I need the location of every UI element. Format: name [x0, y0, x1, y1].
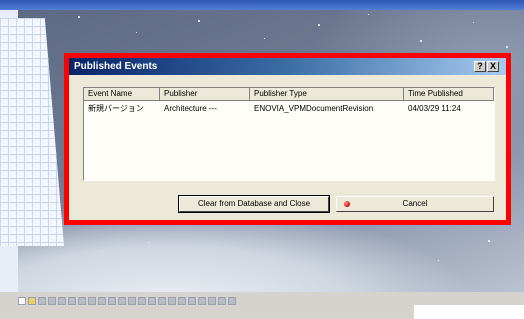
tool-icon[interactable] [178, 297, 186, 305]
star [368, 14, 369, 15]
star [148, 242, 149, 243]
tool-icon[interactable] [228, 297, 236, 305]
status-panel [414, 305, 524, 319]
tool-icon[interactable] [58, 297, 66, 305]
tool-icon[interactable] [188, 297, 196, 305]
star [473, 22, 474, 23]
tool-icon[interactable] [158, 297, 166, 305]
tool-icon[interactable] [48, 297, 56, 305]
tool-icon[interactable] [88, 297, 96, 305]
tool-icon[interactable] [128, 297, 136, 305]
star [78, 16, 80, 18]
host-toolbar [18, 295, 268, 307]
tool-icon[interactable] [108, 297, 116, 305]
new-icon[interactable] [18, 297, 26, 305]
star [136, 32, 137, 33]
open-icon[interactable] [28, 297, 36, 305]
star [420, 40, 422, 42]
tool-icon[interactable] [218, 297, 226, 305]
tool-icon[interactable] [38, 297, 46, 305]
star [438, 260, 439, 261]
tool-icon[interactable] [118, 297, 126, 305]
tool-icon[interactable] [68, 297, 76, 305]
tool-icon[interactable] [198, 297, 206, 305]
highlight-frame [64, 53, 511, 225]
tool-icon[interactable] [148, 297, 156, 305]
host-title-bar [0, 0, 524, 10]
star [488, 240, 490, 242]
tool-icon[interactable] [78, 297, 86, 305]
star [198, 20, 200, 22]
tool-icon[interactable] [168, 297, 176, 305]
star [264, 38, 265, 39]
tool-icon[interactable] [98, 297, 106, 305]
tool-icon[interactable] [138, 297, 146, 305]
star [318, 24, 320, 26]
star [506, 46, 508, 48]
tool-icon[interactable] [208, 297, 216, 305]
